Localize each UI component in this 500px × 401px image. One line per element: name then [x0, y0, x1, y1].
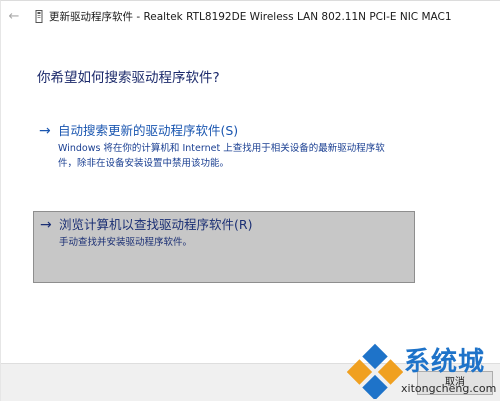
browse-computer-option[interactable]: → 浏览计算机以查找驱动程序软件(R) 手动查找并安装驱动程序软件。: [33, 211, 415, 283]
watermark-name: 系统城: [404, 347, 486, 377]
window-title: 更新驱动程序软件 - Realtek RTL8192DE Wireless LA…: [49, 11, 452, 23]
watermark-url: xitongcheng.com: [401, 382, 497, 395]
back-arrow-icon[interactable]: ←: [7, 9, 21, 25]
auto-search-desc-line2: 件，除非在设备安装设置中禁用该功能。: [58, 158, 230, 169]
browse-computer-title: 浏览计算机以查找驱动程序软件(R): [59, 217, 253, 232]
browse-computer-description: 手动查找并安装驱动程序软件。: [59, 237, 193, 248]
title-bar: ← 更新驱动程序软件 - Realtek RTL8192DE Wireless …: [1, 1, 500, 33]
network-adapter-icon: [35, 10, 43, 23]
arrow-right-icon: →: [40, 217, 52, 233]
windows-logo-icon: [347, 343, 403, 399]
arrow-right-icon: →: [39, 123, 51, 139]
page-heading: 你希望如何搜索驱动程序软件?: [37, 70, 220, 86]
auto-search-desc-line1: Windows 将在你的计算机和 Internet 上查找用于相关设备的最新驱动…: [58, 143, 385, 154]
auto-search-description: Windows 将在你的计算机和 Internet 上查找用于相关设备的最新驱动…: [58, 141, 385, 171]
auto-search-title: 自动搜索更新的驱动程序软件(S): [58, 123, 239, 138]
auto-search-option[interactable]: → 自动搜索更新的驱动程序软件(S) Windows 将在你的计算机和 Inte…: [33, 119, 413, 175]
update-driver-window: ← 更新驱动程序软件 - Realtek RTL8192DE Wireless …: [0, 0, 500, 401]
watermark: 系统城 xitongcheng.com: [347, 339, 500, 401]
